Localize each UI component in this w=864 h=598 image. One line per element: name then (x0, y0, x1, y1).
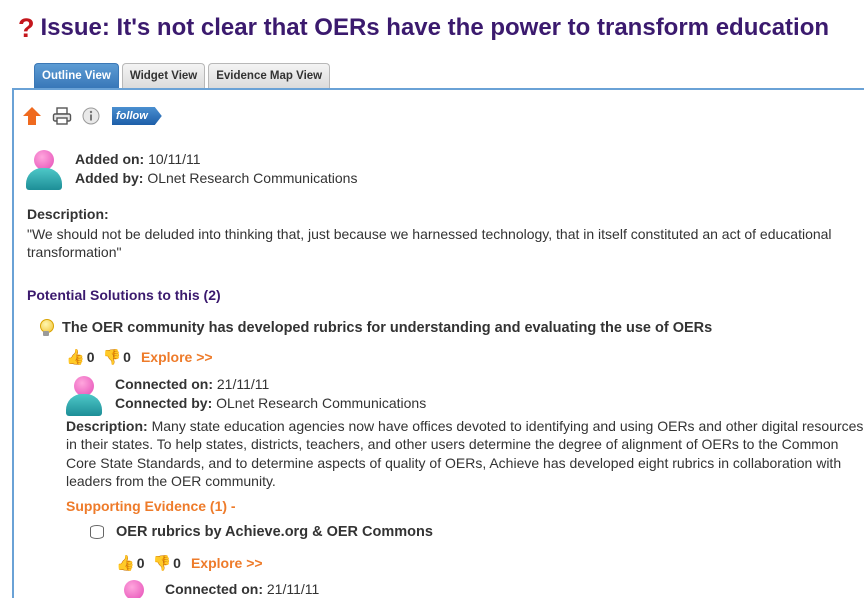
description-text: "We should not be deluded into thinking … (27, 226, 832, 260)
connected-on-value: 21/11/11 (216, 376, 270, 392)
question-mark-icon: ? (18, 12, 35, 43)
toolbar: follow (22, 106, 162, 126)
votes-down-count: 0 (123, 349, 131, 365)
page-title: Issue: It's not clear that OERs have the… (40, 14, 830, 41)
follow-button[interactable]: follow (112, 107, 162, 125)
connected-by-label: Connected by: (115, 395, 213, 411)
connected-on-value: 21/11/11 (266, 581, 320, 597)
thumbs-down-icon[interactable]: 👎 (102, 348, 121, 366)
votes-up-count: 0 (136, 555, 145, 571)
evidence-title-text[interactable]: OER rubrics by Achieve.org & OER Commons (116, 524, 433, 540)
avatar (116, 580, 152, 598)
description-label: Description: (27, 206, 109, 222)
avatar (66, 376, 102, 416)
view-tabs: Outline View Widget View Evidence Map Vi… (34, 63, 331, 88)
evidence-doc-icon (90, 525, 104, 539)
votes-up-count: 0 (86, 349, 95, 365)
info-icon[interactable] (82, 107, 100, 125)
tab-evidence-map-view[interactable]: Evidence Map View (208, 63, 331, 88)
thumbs-up-icon[interactable]: 👍 (66, 348, 85, 366)
supporting-evidence-toggle[interactable]: Supporting Evidence (1) - (66, 498, 236, 514)
up-arrow-icon[interactable] (22, 106, 42, 126)
evidence-vote-row: 👍 0 👎 0 Explore >> (116, 554, 263, 572)
solution-desc-label: Description: (66, 418, 148, 434)
printer-icon[interactable] (52, 107, 72, 125)
issue-title-row: ? Issue: It's not clear that OERs have t… (18, 10, 829, 46)
evidence-connected-meta: Connected on: 21/11/11 (165, 580, 319, 598)
explore-link[interactable]: Explore >> (191, 555, 263, 571)
added-meta: Added on: 10/11/11 Added by: OLnet Resea… (75, 150, 357, 188)
connected-meta: Connected on: 21/11/11 Connected by: OLn… (115, 375, 426, 413)
votes-down-count: 0 (173, 555, 181, 571)
avatar (26, 150, 62, 190)
connected-on-label: Connected on: (165, 581, 263, 597)
thumbs-up-icon[interactable]: 👍 (116, 554, 135, 572)
added-on-value: 10/11/11 (148, 151, 201, 167)
tab-outline-view[interactable]: Outline View (34, 63, 119, 88)
connected-on-label: Connected on: (115, 376, 213, 392)
solution-item-title: The OER community has developed rubrics … (38, 319, 712, 337)
added-by-label: Added by: (75, 170, 144, 186)
solutions-heading: Potential Solutions to this (2) (27, 287, 221, 303)
lightbulb-icon (38, 319, 54, 337)
explore-link[interactable]: Explore >> (141, 349, 213, 365)
solution-title-text[interactable]: The OER community has developed rubrics … (62, 320, 712, 336)
solution-description: Description: Many state education agenci… (66, 417, 864, 491)
solution-vote-row: 👍 0 👎 0 Explore >> (66, 348, 213, 366)
thumbs-down-icon[interactable]: 👎 (152, 554, 171, 572)
added-on-label: Added on: (75, 151, 145, 167)
connected-by-value: OLnet Research Communications (216, 395, 427, 411)
evidence-item-title: OER rubrics by Achieve.org & OER Commons (90, 524, 433, 540)
added-by-value: OLnet Research Communications (147, 170, 358, 186)
solution-desc-text: Many state education agencies now have o… (66, 418, 864, 490)
tab-widget-view[interactable]: Widget View (121, 63, 206, 88)
